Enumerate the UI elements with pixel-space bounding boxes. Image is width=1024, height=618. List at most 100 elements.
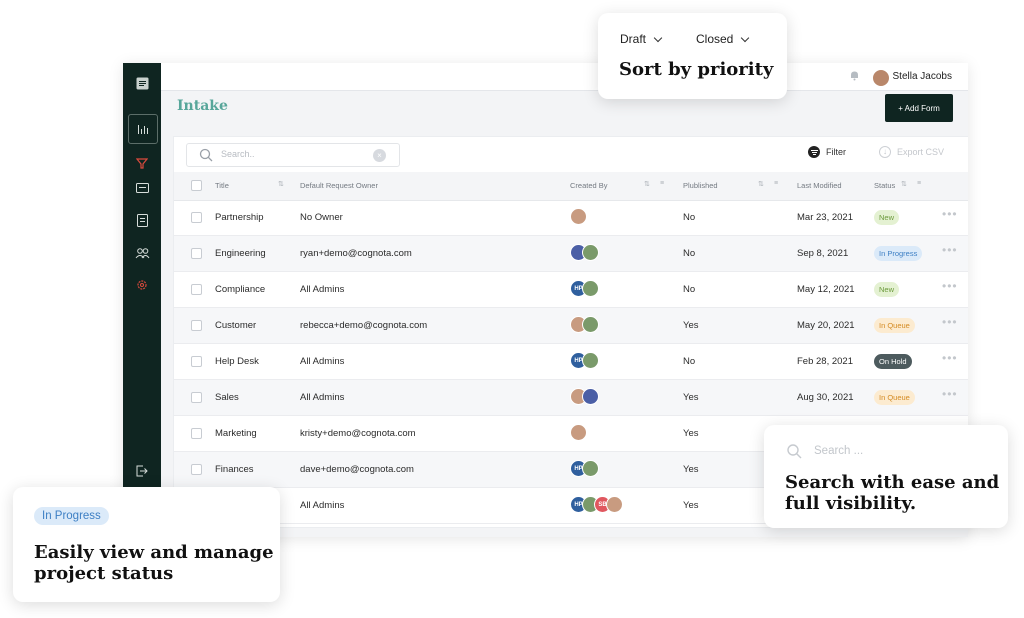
logout-icon[interactable] [132,461,152,481]
user-avatar[interactable] [872,69,890,87]
clear-search-icon[interactable]: × [373,149,386,162]
bell-icon[interactable] [849,70,860,81]
row-checkbox[interactable] [191,284,202,295]
column-last-modified[interactable]: Last Modified [797,181,842,190]
chart-icon[interactable] [128,114,158,144]
row-published: Yes [683,428,699,439]
column-status[interactable]: Status [874,181,895,190]
row-checkbox[interactable] [191,428,202,439]
status-badge: In Progress [874,246,923,261]
sort-icon[interactable]: ⇅ [278,180,284,188]
table-row[interactable]: Compliance All Admins HP No May 12, 2021 New •… [174,272,968,308]
search-card-heading: Search with ease and full visibility. [785,472,999,514]
status-card-heading-line2: project status [34,563,174,584]
more-options-icon[interactable]: ••• [942,315,958,329]
row-published: No [683,356,696,367]
row-owner: rebecca+demo@cognota.com [300,320,428,331]
more-options-icon[interactable]: ••• [942,351,958,365]
closed-label: Closed [696,32,734,46]
row-checkbox[interactable] [191,392,202,403]
search-card-placeholder[interactable]: Search ... [814,445,863,457]
document-icon[interactable] [132,210,152,230]
row-title: Partnership [215,212,264,223]
row-owner: kristy+demo@cognota.com [300,428,416,439]
row-published: No [683,248,696,259]
filter-button[interactable]: Filter [808,146,846,158]
sidebar [123,63,161,537]
row-checkbox[interactable] [191,248,202,259]
table-row[interactable]: Engineering ryan+demo@cognota.com No Sep 8,… [174,236,968,272]
row-last-modified: Aug 30, 2021 [797,392,854,403]
row-title: Finances [215,464,254,475]
sort-icon[interactable]: ⇅ [901,180,907,188]
row-checkbox[interactable] [191,356,202,367]
row-title: Compliance [215,284,266,295]
search-placeholder: Search.. [221,149,255,159]
avatar [570,208,587,225]
row-last-modified: Mar 23, 2021 [797,212,853,223]
row-checkbox[interactable] [191,320,202,331]
table-row[interactable]: Help Desk All Admins HP No Feb 28, 2021 On Ho… [174,344,968,380]
table-row[interactable]: Sales All Admins Yes Aug 30, 2021 In Queue ••… [174,380,968,416]
row-title: Engineering [215,248,266,259]
search-card-heading-line1: Search with ease and [785,472,1000,493]
row-title: Marketing [215,428,257,439]
more-options-icon[interactable]: ••• [942,279,958,293]
draft-dropdown[interactable]: Draft [620,32,663,46]
row-owner: dave+demo@cognota.com [300,464,414,475]
created-by-avatars: HP [570,280,599,297]
export-icon: ↓ [879,146,891,158]
row-owner: All Admins [300,392,345,403]
sort-icon[interactable]: ⇅ [758,180,764,188]
row-last-modified: Sep 8, 2021 [797,248,849,259]
menu-icon[interactable] [132,73,152,93]
filter-icon [808,146,820,158]
funnel-icon[interactable] [132,153,152,173]
created-by-avatars: HP SB [570,496,623,513]
row-checkbox[interactable] [191,212,202,223]
card-icon[interactable] [132,178,152,198]
column-title[interactable]: Title [215,181,229,190]
row-owner: No Owner [300,212,343,223]
export-csv-button[interactable]: ↓ Export CSV [879,146,944,158]
select-all-checkbox[interactable] [191,180,202,191]
users-icon[interactable] [132,243,152,263]
status-badge: New [874,282,900,297]
avatar [606,496,623,513]
avatar [582,280,599,297]
column-published[interactable]: Plublished [683,181,718,190]
status-feature-card: In Progress Easily view and manage proje… [13,487,280,602]
column-filter-icon[interactable]: ≡ [660,180,664,187]
row-owner: All Admins [300,500,345,511]
row-last-modified: May 12, 2021 [797,284,855,295]
table-row[interactable]: Customer rebecca+demo@cognota.com Yes May 2… [174,308,968,344]
row-last-modified: May 20, 2021 [797,320,855,331]
closed-dropdown[interactable]: Closed [696,32,750,46]
created-by-avatars [570,208,587,225]
status-card-heading: Easily view and manage project status [34,542,274,584]
column-owner[interactable]: Default Request Owner [300,181,378,190]
created-by-avatars: HP [570,352,599,369]
column-filter-icon[interactable]: ≡ [917,180,921,187]
row-published: Yes [683,500,699,511]
row-owner: ryan+demo@cognota.com [300,248,412,259]
column-created-by[interactable]: Created By [570,181,608,190]
more-options-icon[interactable]: ••• [942,243,958,257]
status-badge: In Queue [874,390,915,405]
created-by-avatars [570,244,599,261]
row-last-modified: Feb 28, 2021 [797,356,853,367]
chevron-down-icon [741,33,750,42]
table-row[interactable]: Partnership No Owner No Mar 23, 2021 New ••• [174,200,968,236]
more-options-icon[interactable]: ••• [942,207,958,221]
table-header: Title ⇅ Default Request Owner Created By… [174,172,968,201]
sort-icon[interactable]: ⇅ [644,180,650,188]
row-checkbox[interactable] [191,464,202,475]
column-filter-icon[interactable]: ≡ [774,180,778,187]
user-name[interactable]: Stella Jacobs [893,71,952,82]
search-input[interactable]: Search.. × [186,143,400,167]
add-form-button[interactable]: + Add Form [885,94,953,122]
row-published: Yes [683,392,699,403]
avatar [582,244,599,261]
more-options-icon[interactable]: ••• [942,387,958,401]
gear-icon[interactable] [132,275,152,295]
